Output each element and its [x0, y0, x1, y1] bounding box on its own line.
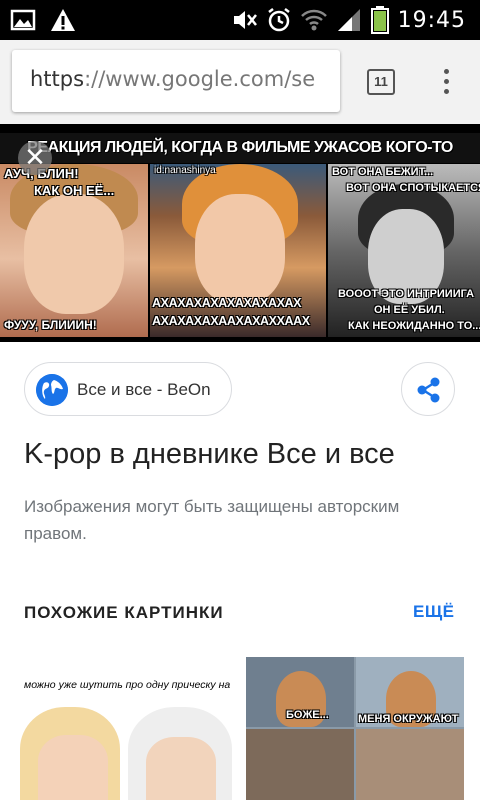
panel1-caption-3: ФУУУ, БЛИИИН!: [4, 318, 97, 332]
alarm-icon: [267, 8, 290, 32]
url-scheme: https: [30, 67, 85, 91]
panel3-caption-5: КАК НЕОЖИДАННО ТО...: [348, 320, 480, 332]
thumb2-panel-d: [356, 729, 464, 800]
panel3-caption-2: ВОТ ОНА СПОТЫКАЕТСЯ...: [346, 182, 480, 194]
status-time: 19:45: [397, 7, 466, 33]
warning-icon: [51, 9, 75, 31]
image-icon: [10, 9, 36, 31]
browser-menu-icon[interactable]: [436, 66, 456, 98]
share-button[interactable]: [401, 362, 455, 416]
image-panel-3: ВОТ ОНА БЕЖИТ... ВОТ ОНА СПОТЫКАЕТСЯ... …: [328, 164, 480, 337]
panel3-caption-1: ВОТ ОНА БЕЖИТ...: [332, 166, 434, 178]
related-heading: ПОХОЖИЕ КАРТИНКИ: [24, 603, 224, 622]
related-thumb-2[interactable]: БОЖЕ... МЕНЯ ОКРУЖАЮТ: [246, 657, 464, 800]
url-bar[interactable]: https://www.google.com/se: [12, 50, 340, 112]
source-chip[interactable]: Все и все - BeOn: [24, 362, 232, 416]
signal-icon: [337, 9, 360, 31]
copyright-notice: Изображения могут быть защищены авторски…: [24, 497, 400, 543]
thumb1-face-right: [146, 737, 216, 800]
panel2-caption-1: АХАХАХАХАХАХАХАХАХ: [152, 296, 302, 310]
thumb2-panel-c: [246, 729, 354, 800]
image-panel-1: АУЧ, БЛИН! КАК ОН ЕЁ... ФУУУ, БЛИИИН!: [0, 164, 148, 337]
close-icon[interactable]: ✕: [18, 141, 52, 175]
thumb2-caption-1: БОЖЕ...: [286, 709, 329, 721]
mute-icon: [233, 11, 257, 29]
face-shape: [195, 194, 285, 304]
source-label: Все и все - BeOn: [77, 380, 211, 399]
url-text[interactable]: https://www.google.com/se: [30, 67, 315, 91]
status-bar: 19:45: [0, 0, 480, 40]
more-link[interactable]: ЕЩЁ: [413, 602, 455, 622]
wifi-icon: [300, 9, 327, 31]
result-image[interactable]: РЕАКЦИЯ ЛЮДЕЙ, КОГДА В ФИЛЬМЕ УЖАСОВ КОГ…: [0, 124, 480, 342]
related-thumb-1[interactable]: можно уже шутить про одну прическу на вс…: [20, 657, 232, 800]
battery-icon: [370, 6, 389, 34]
panel1-caption-2: КАК ОН ЕЁ...: [34, 183, 115, 198]
result-title[interactable]: K-pop в дневнике Все и все: [24, 438, 395, 471]
url-rest: ://www.google.com/se: [84, 67, 316, 91]
panel3-caption-3: ВОООТ ЭТО ИНТРИИИГА: [338, 288, 475, 300]
thumb1-caption: можно уже шутить про одну прическу на вс…: [24, 679, 232, 691]
tab-switcher-button[interactable]: 11: [367, 69, 395, 95]
browser-toolbar: https://www.google.com/se 11: [0, 40, 480, 124]
share-icon: [417, 377, 440, 403]
thumb2-caption-2: МЕНЯ ОКРУЖАЮТ: [358, 713, 459, 725]
panel2-caption-2: АХАХАХАХААХАХАХХААХ: [152, 314, 310, 328]
panel3-caption-4: ОН ЕЁ УБИЛ.: [374, 304, 445, 316]
image-title-text: РЕАКЦИЯ ЛЮДЕЙ, КОГДА В ФИЛЬМЕ УЖАСОВ КОГ…: [0, 133, 480, 186]
globe-icon: [36, 374, 68, 406]
panel2-watermark: id:nanashinya: [154, 165, 216, 176]
face-shape: [24, 194, 124, 314]
thumb1-face-left: [38, 735, 108, 800]
image-panel-2: id:nanashinya АХАХАХАХАХАХАХАХАХ АХАХАХА…: [150, 164, 326, 337]
